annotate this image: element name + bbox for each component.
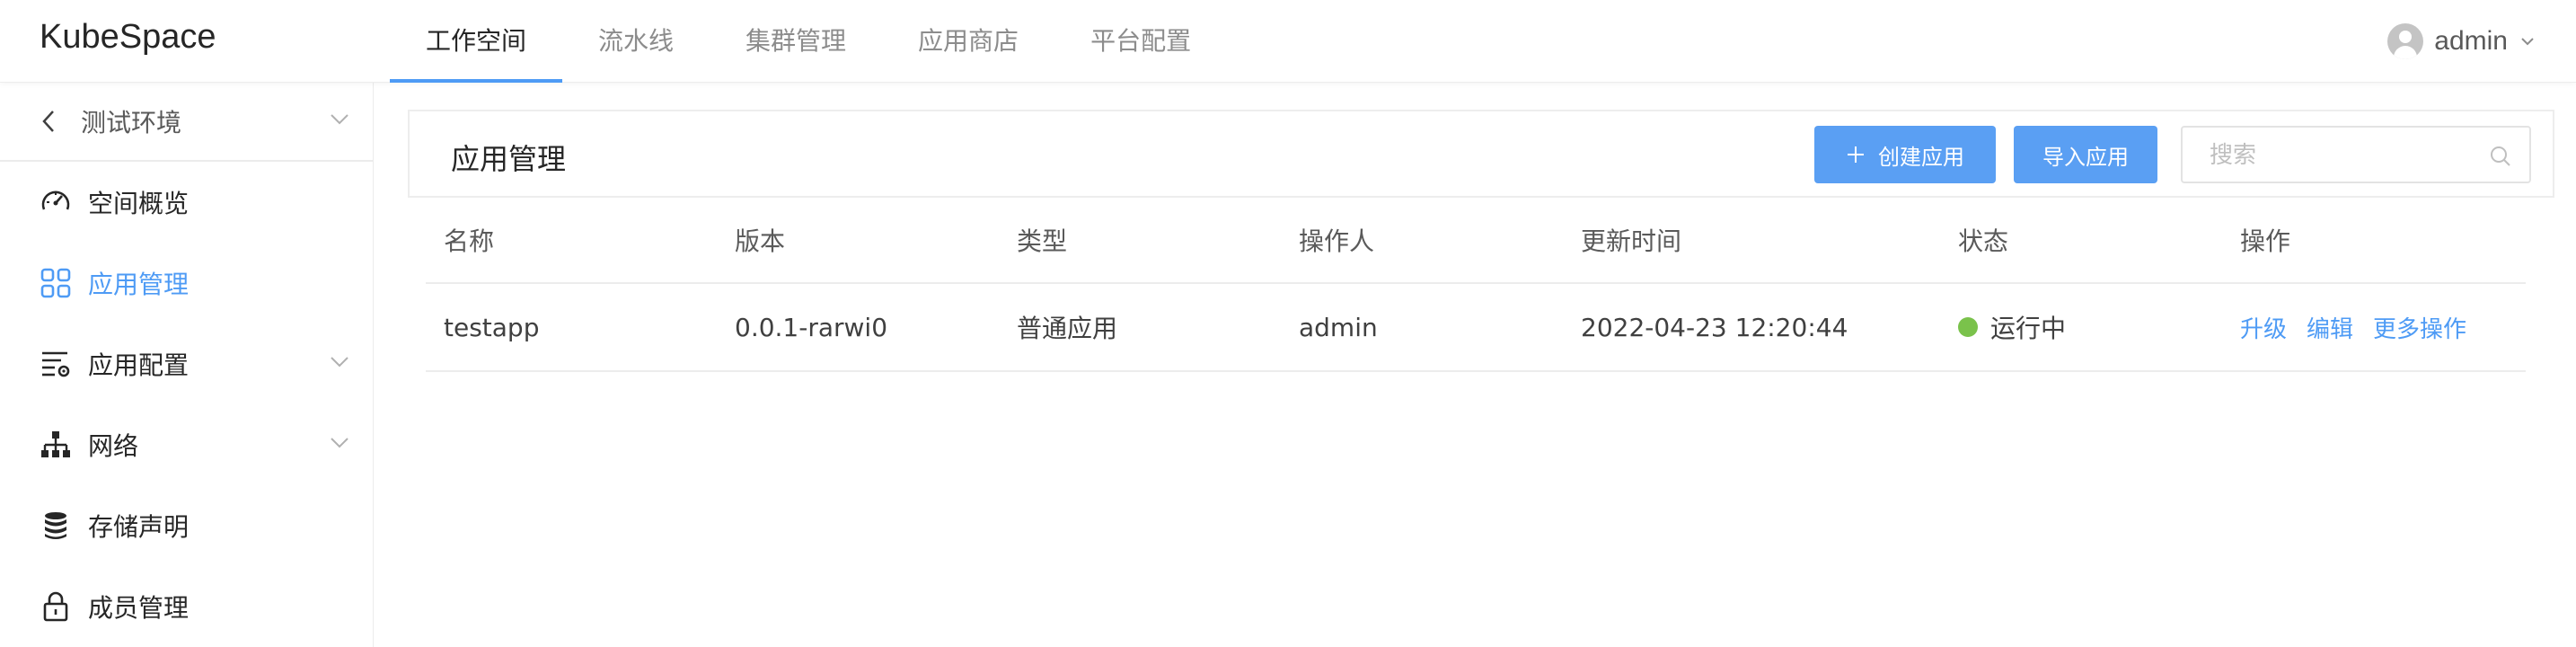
app-type: 普通应用 (1017, 314, 1118, 343)
upgrade-link[interactable]: 升级 (2240, 311, 2287, 344)
app-logo[interactable]: KubeSpace (40, 18, 216, 57)
sidebar-item-network[interactable]: 网络 (0, 404, 373, 485)
sidebar-item-app-management[interactable]: 应用管理 (0, 243, 373, 324)
sidebar-item-label: 存储声明 (88, 512, 190, 542)
edit-link[interactable]: 编辑 (2307, 311, 2353, 344)
user-menu[interactable]: admin (2387, 22, 2536, 61)
column-header-status: 状态 (1958, 226, 2009, 256)
sidebar: 测试环境 空间概览 应用管理 应用配置 网络 存储声明 成员管理 (0, 83, 374, 647)
app-updated-time: 2022-04-23 12:20:44 (1581, 312, 1848, 342)
panel-header: 应用管理 创建应用 导入应用 (408, 110, 2554, 198)
tab-workspace[interactable]: 工作空间 (390, 0, 563, 83)
row-actions: 升级 编辑 更多操作 (2240, 284, 2486, 370)
appstore-icon (40, 267, 72, 299)
table-row: testapp 0.0.1-rarwi0 普通应用 admin 2022-04-… (426, 284, 2526, 372)
avatar[interactable] (2387, 23, 2424, 59)
column-header-actions: 操作 (2240, 226, 2291, 256)
sidebar-item-overview[interactable]: 空间概览 (0, 162, 373, 243)
top-nav: 工作空间 流水线 集群管理 应用商店 平台配置 (390, 0, 1227, 83)
chevron-down-icon[interactable] (330, 113, 349, 126)
create-app-label: 创建应用 (1878, 145, 1964, 170)
lock-icon (40, 590, 72, 623)
dashboard-icon (40, 186, 72, 218)
more-actions-link[interactable]: 更多操作 (2373, 311, 2466, 344)
sidebar-item-label: 网络 (88, 431, 139, 461)
page-title: 应用管理 (451, 142, 567, 176)
environment-name: 测试环境 (81, 108, 182, 137)
tab-app-store[interactable]: 应用商店 (882, 0, 1054, 83)
status-text: 运行中 (1990, 314, 2067, 343)
chevron-down-icon[interactable] (330, 356, 349, 368)
column-header-version: 版本 (735, 226, 786, 256)
sidebar-item-label: 空间概览 (88, 189, 190, 218)
search-box[interactable] (2181, 126, 2531, 183)
search-input[interactable] (2210, 138, 2488, 173)
main-content: 应用管理 创建应用 导入应用 名称 版本 类型 操作人 更新时间 状态 (374, 83, 2576, 647)
chevron-left-icon[interactable] (40, 109, 57, 134)
tab-cluster-management[interactable]: 集群管理 (710, 0, 882, 83)
import-app-button[interactable]: 导入应用 (2014, 126, 2157, 183)
chevron-down-icon[interactable] (2519, 32, 2536, 50)
sidebar-item-member-management[interactable]: 成员管理 (0, 566, 373, 647)
table-header: 名称 版本 类型 操作人 更新时间 状态 操作 (426, 198, 2526, 284)
column-header-type: 类型 (1017, 226, 1068, 256)
app-operator: admin (1299, 312, 1378, 342)
sidebar-item-label: 应用管理 (88, 270, 190, 299)
column-header-name: 名称 (444, 226, 495, 256)
import-app-label: 导入应用 (2042, 145, 2129, 170)
status-running-dot (1958, 317, 1978, 337)
search-icon[interactable] (2490, 146, 2511, 167)
sidebar-item-label: 应用配置 (88, 350, 190, 380)
user-name[interactable]: admin (2434, 26, 2508, 57)
top-header: KubeSpace 工作空间 流水线 集群管理 应用商店 平台配置 admin (0, 0, 2576, 83)
database-icon (40, 510, 72, 542)
sidebar-item-label: 成员管理 (88, 593, 190, 623)
column-header-updated: 更新时间 (1581, 226, 1682, 256)
column-header-operator: 操作人 (1299, 226, 1375, 256)
chevron-down-icon[interactable] (330, 437, 349, 449)
plus-icon (1848, 146, 1864, 163)
network-icon (40, 429, 72, 461)
environment-switcher[interactable]: 测试环境 (0, 83, 373, 162)
config-list-icon (40, 348, 72, 380)
tab-pipeline[interactable]: 流水线 (562, 0, 710, 83)
app-table: 名称 版本 类型 操作人 更新时间 状态 操作 testapp 0.0.1-ra… (426, 198, 2526, 372)
sidebar-item-app-config[interactable]: 应用配置 (0, 324, 373, 404)
app-name: testapp (444, 312, 540, 342)
sidebar-item-storage-claim[interactable]: 存储声明 (0, 485, 373, 566)
create-app-button[interactable]: 创建应用 (1814, 126, 1996, 183)
tab-platform-config[interactable]: 平台配置 (1054, 0, 1227, 83)
app-version: 0.0.1-rarwi0 (735, 312, 888, 342)
status-badge: 运行中 (1958, 284, 2066, 370)
